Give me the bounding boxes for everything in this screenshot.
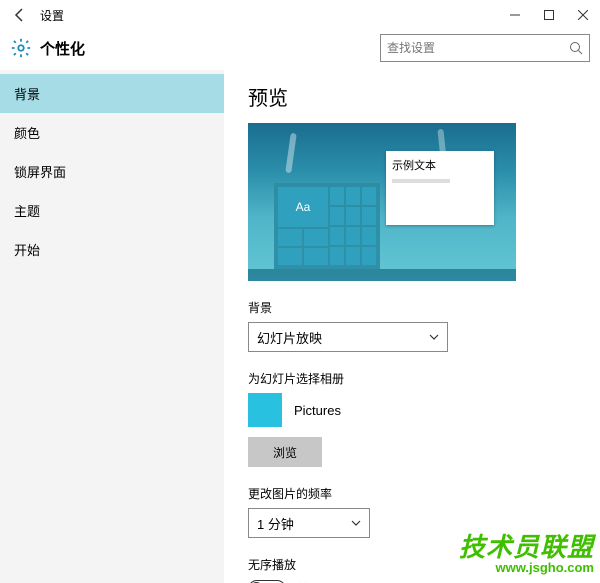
content: 预览 Aa 示例文本 背景 幻灯片放映 为幻灯片选择相册 Pictures 浏览… — [224, 70, 600, 583]
shuffle-row: 关 — [248, 579, 580, 583]
search-input[interactable] — [387, 41, 569, 55]
close-button[interactable] — [566, 0, 600, 30]
window-controls — [498, 0, 600, 30]
preview-heading: 预览 — [248, 82, 580, 111]
background-label: 背景 — [248, 299, 580, 316]
frequency-value: 1 分钟 — [257, 514, 351, 533]
album-row: Pictures — [248, 393, 580, 427]
page-title: 个性化 — [40, 38, 85, 59]
frequency-dropdown[interactable]: 1 分钟 — [248, 508, 370, 538]
preview-taskbar — [248, 269, 516, 281]
titlebar: 设置 — [0, 0, 600, 30]
chevron-down-icon — [429, 332, 439, 342]
preview-pane: Aa 示例文本 — [248, 123, 516, 281]
sidebar-item-lockscreen[interactable]: 锁屏界面 — [0, 152, 224, 191]
preview-tile-grid — [330, 187, 376, 265]
back-button[interactable] — [8, 3, 32, 27]
preview-tile-aa: Aa — [278, 187, 328, 227]
maximize-icon — [544, 10, 554, 20]
header: 个性化 — [0, 30, 600, 70]
background-value: 幻灯片放映 — [257, 328, 429, 347]
browse-button[interactable]: 浏览 — [248, 437, 322, 467]
minimize-button[interactable] — [498, 0, 532, 30]
close-icon — [578, 10, 588, 20]
sidebar-item-colors[interactable]: 颜色 — [0, 113, 224, 152]
album-thumbnail[interactable] — [248, 393, 282, 427]
shuffle-value: 关 — [296, 579, 309, 583]
arrow-left-icon — [13, 8, 27, 22]
preview-window: 示例文本 — [386, 151, 494, 225]
body: 背景 颜色 锁屏界面 主题 开始 预览 Aa 示例文本 背景 幻灯片放映 为幻灯… — [0, 70, 600, 583]
maximize-button[interactable] — [532, 0, 566, 30]
frequency-label: 更改图片的频率 — [248, 485, 580, 502]
preview-tile-row — [278, 229, 328, 265]
minimize-icon — [510, 10, 520, 20]
search-icon — [569, 41, 583, 55]
sidebar-item-themes[interactable]: 主题 — [0, 191, 224, 230]
shuffle-label: 无序播放 — [248, 556, 580, 573]
sidebar-item-background[interactable]: 背景 — [0, 74, 224, 113]
chevron-down-icon — [351, 518, 361, 528]
search-box[interactable] — [380, 34, 590, 62]
album-label: 为幻灯片选择相册 — [248, 370, 580, 387]
sidebar-item-start[interactable]: 开始 — [0, 230, 224, 269]
background-dropdown[interactable]: 幻灯片放映 — [248, 322, 448, 352]
sidebar: 背景 颜色 锁屏界面 主题 开始 — [0, 70, 224, 583]
album-name: Pictures — [294, 403, 341, 418]
shuffle-toggle[interactable] — [248, 580, 286, 583]
preview-start-menu: Aa — [274, 183, 380, 269]
window-title: 设置 — [40, 7, 64, 24]
gear-icon — [10, 37, 32, 59]
preview-sample-text: 示例文本 — [392, 160, 436, 172]
